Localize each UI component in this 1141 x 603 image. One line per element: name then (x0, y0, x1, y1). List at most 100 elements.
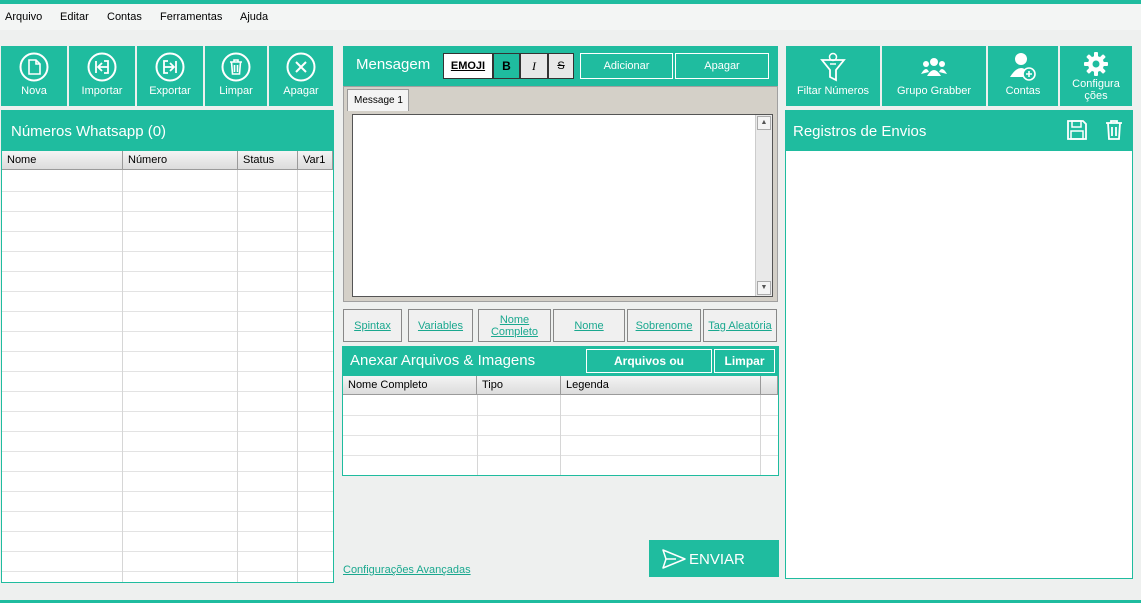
configuracoes-label: Configura ções (1072, 78, 1120, 102)
nova-label: Nova (21, 85, 47, 97)
col-nome[interactable]: Nome (2, 151, 123, 170)
col-var1[interactable]: Var1 (298, 151, 333, 170)
tab-message-1[interactable]: Message 1 (347, 89, 409, 111)
menu-ajuda[interactable]: Ajuda (240, 11, 268, 23)
col-status[interactable]: Status (238, 151, 298, 170)
trash-log-icon[interactable] (1104, 119, 1124, 141)
send-button[interactable]: ENVIAR (649, 540, 779, 577)
numbers-panel-header: Números Whatsapp (0) (2, 111, 333, 151)
grid-row-line (2, 411, 333, 412)
grid-row-line (2, 231, 333, 232)
limpar-label: Limpar (219, 85, 253, 97)
filtar-numeros-label: Filtar Números (796, 85, 870, 97)
message-title: Mensagem (356, 56, 431, 73)
col-tipo[interactable]: Tipo (477, 376, 561, 395)
message-scrollbar[interactable]: ▲ ▼ (755, 115, 772, 296)
contas-button[interactable]: Contas (988, 46, 1058, 106)
limpar-attach-button[interactable]: Limpar (714, 349, 775, 373)
spintax-button[interactable]: Spintax (343, 309, 402, 342)
grid-col-line (560, 395, 561, 475)
scroll-down-icon[interactable]: ▼ (757, 281, 771, 295)
grid-row-line (2, 271, 333, 272)
group-icon (921, 58, 947, 76)
grid-col-line (237, 170, 238, 582)
italic-button[interactable]: I (520, 53, 548, 79)
log-panel: Registros de Envios (785, 110, 1133, 579)
col-spacer (761, 376, 778, 395)
grid-col-line (297, 170, 298, 582)
exportar-label: Exportar (149, 85, 191, 97)
nova-button[interactable]: Nova (1, 46, 67, 106)
sobrenome-button[interactable]: Sobrenome (627, 309, 701, 342)
grid-col-line (477, 395, 478, 475)
grid-col-line (122, 170, 123, 582)
contas-label: Contas (1005, 85, 1041, 97)
col-numero[interactable]: Número (123, 151, 238, 170)
filter-icon (820, 52, 846, 82)
strikethrough-button[interactable]: S (548, 53, 574, 79)
close-circle-icon (286, 52, 316, 82)
grid-row-line (2, 531, 333, 532)
grid-row-line (2, 291, 333, 292)
new-file-icon (19, 52, 49, 82)
grid-row-line (2, 511, 333, 512)
grupo-grabber-label: Grupo Grabber (897, 85, 971, 97)
nome-completo-button[interactable]: Nome Completo (478, 309, 551, 342)
apagar-message-button[interactable]: Apagar (675, 53, 769, 79)
col-legenda[interactable]: Legenda (561, 376, 761, 395)
tag-aleatoria-button[interactable]: Tag Aleatória (703, 309, 777, 342)
export-icon (155, 52, 185, 82)
nome-button[interactable]: Nome (553, 309, 625, 342)
grid-row-line (2, 351, 333, 352)
save-icon[interactable] (1066, 119, 1088, 141)
bold-button[interactable]: B (493, 53, 520, 79)
grupo-grabber-button[interactable]: Grupo Grabber (882, 46, 986, 106)
exportar-button[interactable]: Exportar (137, 46, 203, 106)
grid-row-line (2, 191, 333, 192)
limpar-button[interactable]: Limpar (205, 46, 267, 106)
emoji-button[interactable]: EMOJI (443, 53, 493, 79)
grid-row-line (2, 571, 333, 572)
configuracoes-button[interactable]: Configura ções (1060, 46, 1132, 106)
message-tab-control: Message 1 ▲ ▼ (343, 86, 778, 302)
add-user-icon (1010, 53, 1036, 81)
grid-row-line (2, 451, 333, 452)
grid-row-line (2, 551, 333, 552)
log-panel-header: Registros de Envios (786, 111, 1132, 151)
filtar-numeros-button[interactable]: Filtar Números (786, 46, 880, 106)
menu-arquivo[interactable]: Arquivo (5, 11, 42, 23)
importar-button[interactable]: Importar (69, 46, 135, 106)
apagar-button[interactable]: Apagar (269, 46, 333, 106)
scroll-up-icon[interactable]: ▲ (757, 116, 771, 130)
grid-col-line (760, 395, 761, 475)
message-textarea[interactable]: ▲ ▼ (352, 114, 773, 297)
importar-label: Importar (81, 85, 123, 97)
numbers-panel: Números Whatsapp (0) Nome Número Status … (1, 110, 334, 583)
menu-bar: Arquivo Editar Contas Ferramentas Ajuda (0, 4, 1141, 30)
apagar-label: Apagar (283, 85, 319, 97)
grid-row-line (2, 491, 333, 492)
send-label: ENVIAR (689, 551, 745, 568)
grid-row-line (2, 251, 333, 252)
attach-panel: Anexar Arquivos & Imagens Arquivos ou Li… (342, 346, 779, 476)
trash-icon (221, 52, 251, 82)
import-icon (87, 52, 117, 82)
grid-row-line (2, 471, 333, 472)
send-icon (662, 549, 686, 569)
advanced-settings-link[interactable]: Configurações Avançadas (343, 564, 471, 576)
grid-row-line (2, 391, 333, 392)
variables-button[interactable]: Variables (408, 309, 473, 342)
numbers-table[interactable]: Nome Número Status Var1 (2, 151, 333, 582)
adicionar-button[interactable]: Adicionar (580, 53, 673, 79)
menu-ferramentas[interactable]: Ferramentas (160, 11, 222, 23)
log-list[interactable] (786, 151, 1132, 578)
numbers-panel-title: Números Whatsapp (0) (11, 123, 167, 140)
grid-row-line (2, 331, 333, 332)
col-nome-completo[interactable]: Nome Completo (343, 376, 477, 395)
menu-contas[interactable]: Contas (107, 11, 142, 23)
arquivos-button[interactable]: Arquivos ou (586, 349, 712, 373)
attach-title: Anexar Arquivos & Imagens (350, 352, 536, 369)
attach-table[interactable]: Nome Completo Tipo Legenda (343, 376, 778, 475)
log-panel-title: Registros de Envios (793, 123, 927, 140)
menu-editar[interactable]: Editar (60, 11, 89, 23)
